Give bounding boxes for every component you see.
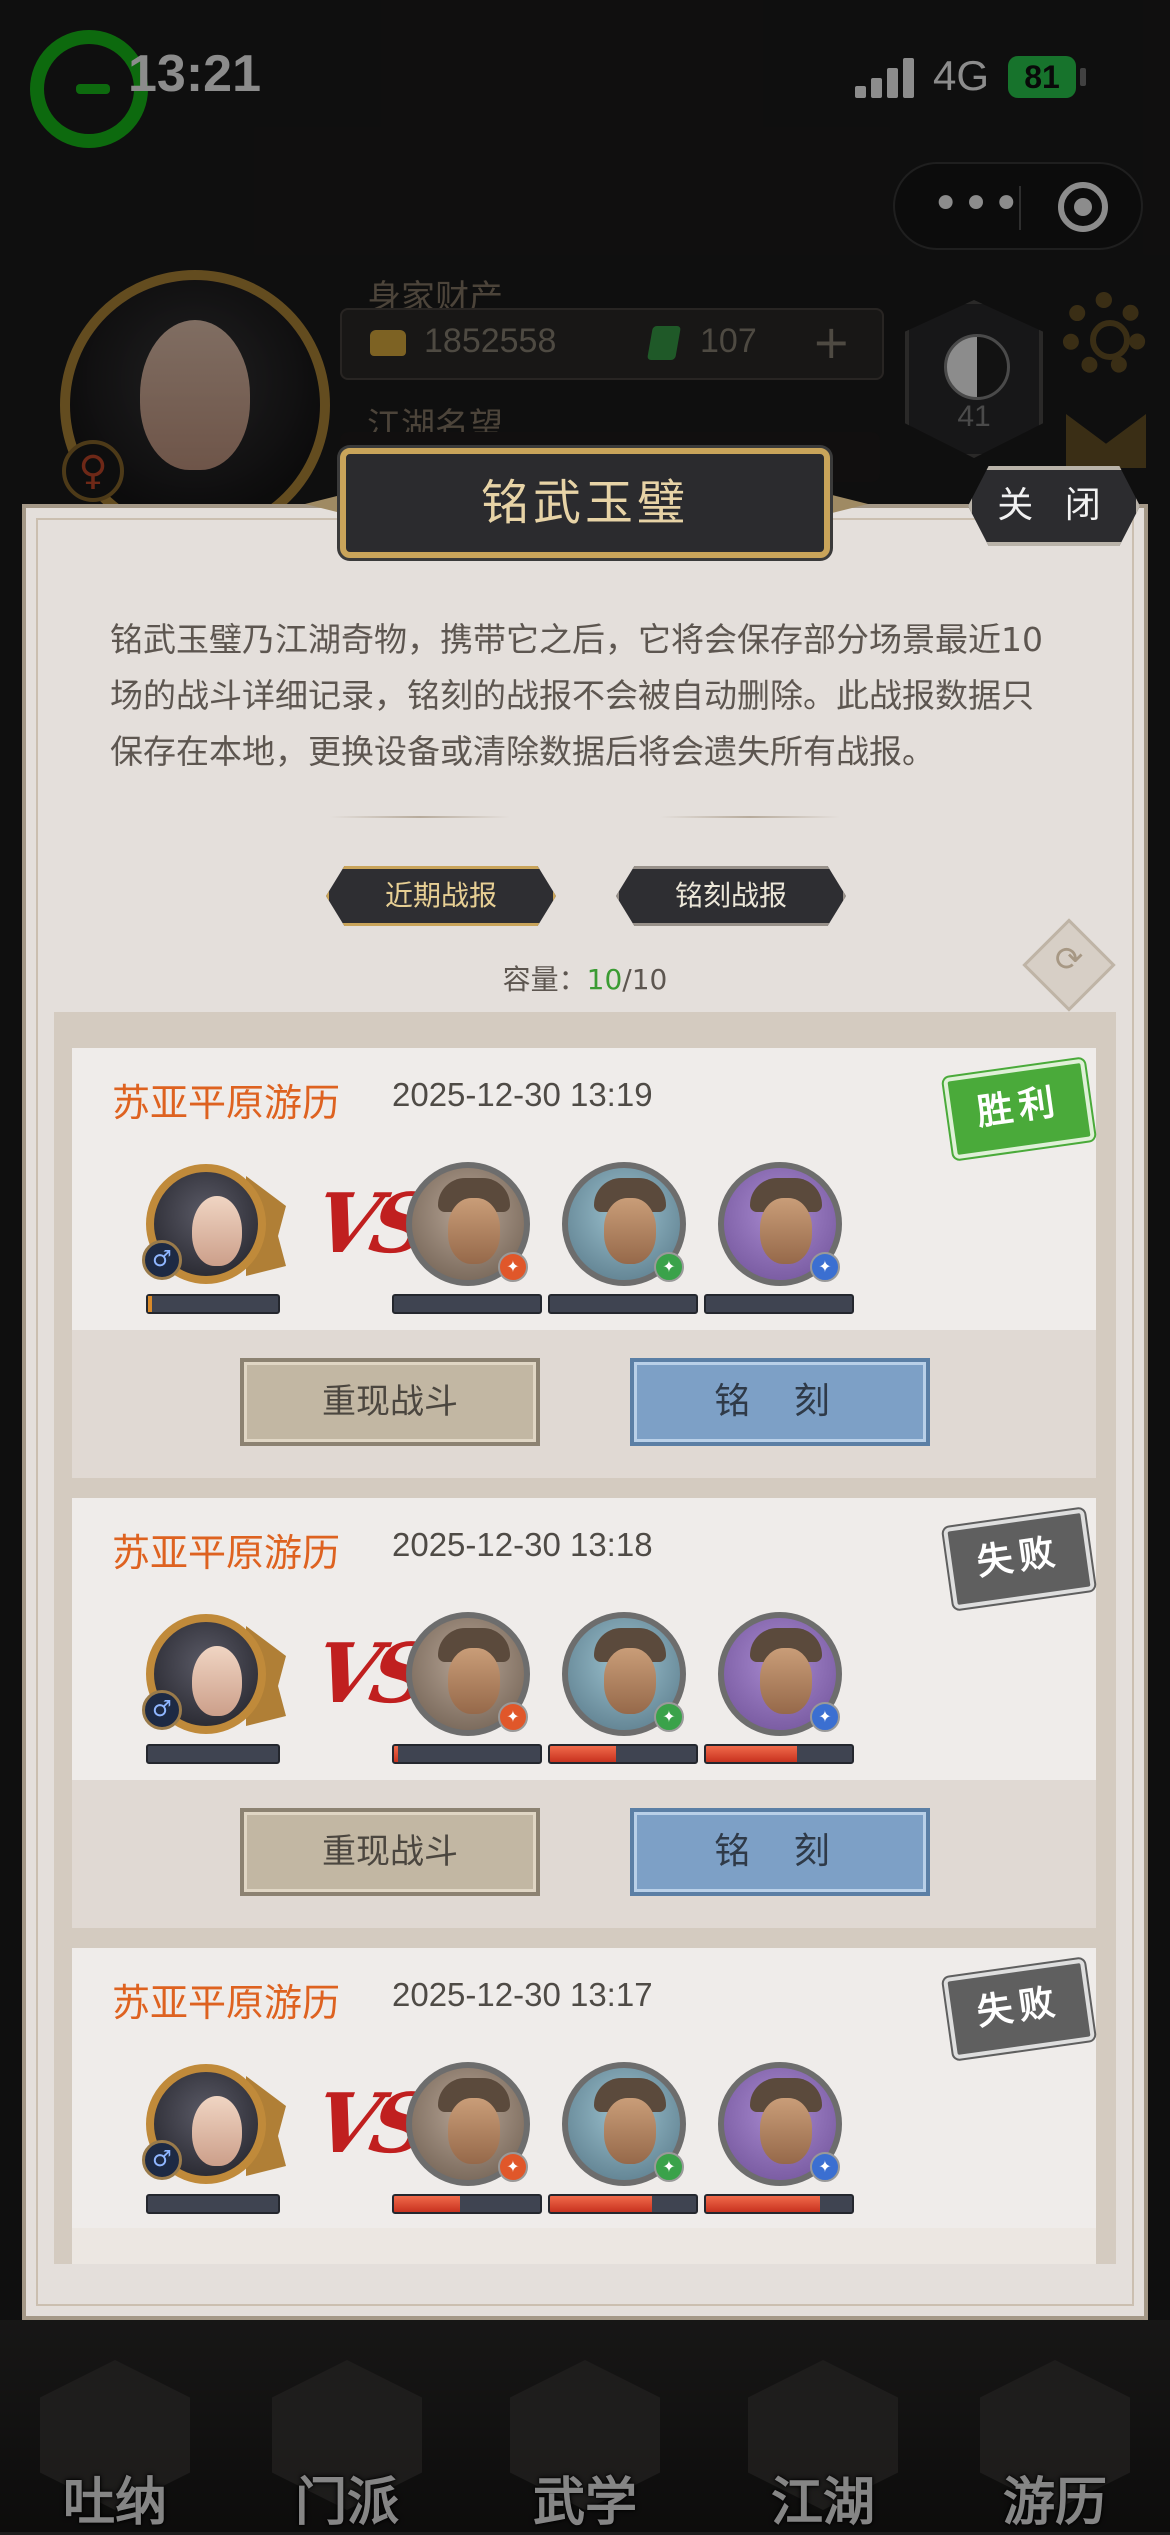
- record-actions: 重现战斗 铭 刻: [72, 1780, 1096, 1928]
- replay-battle-button[interactable]: 重现战斗: [240, 1358, 540, 1446]
- close-button[interactable]: 关 闭: [968, 466, 1140, 546]
- enemy-hp-bar: [704, 1744, 854, 1764]
- enemy-school-icon: ✦: [498, 2152, 528, 2182]
- enemy-hp-bar: [392, 1294, 542, 1314]
- capacity-used: 10: [586, 963, 623, 996]
- record-location: 苏亚平原游历: [112, 1531, 341, 1575]
- enemy-school-icon: ✦: [810, 1702, 840, 1732]
- enemy-school-icon: ✦: [498, 1252, 528, 1282]
- male-gender-icon: ♂: [142, 2140, 182, 2180]
- player-hero-portrait: ♂: [142, 1160, 286, 1290]
- replay-battle-button[interactable]: 重现战斗: [240, 1808, 540, 1896]
- enemy-school-icon: ✦: [498, 1702, 528, 1732]
- enemy-hp-bar: [548, 1294, 698, 1314]
- divider-left: [330, 816, 510, 818]
- male-gender-icon: ♂: [142, 1240, 182, 1280]
- enemy-portrait: ✦: [716, 1160, 846, 1290]
- player-hp-bar: [146, 2194, 280, 2214]
- tab-recent-reports[interactable]: 近期战报: [326, 866, 556, 926]
- record-header: 苏亚平原游历 2025-12-30 13:17 失败 ♂ VS ✦ ✦ ✦: [72, 1948, 1096, 2228]
- enemy-hp-bar: [392, 1744, 542, 1764]
- record-header: 苏亚平原游历 2025-12-30 13:19 胜利 ♂ VS ✦ ✦ ✦: [72, 1048, 1096, 1330]
- enemy-hp-bar: [704, 2194, 854, 2214]
- enemy-portrait: ✦: [560, 1610, 690, 1740]
- player-hp-bar: [146, 1294, 280, 1314]
- record-time: 2025-12-30 13:19: [392, 1076, 653, 1113]
- enemy-hp-bar: [548, 1744, 698, 1764]
- male-gender-icon: ♂: [142, 1690, 182, 1730]
- enemy-school-icon: ✦: [654, 1702, 684, 1732]
- engrave-button[interactable]: 铭 刻: [630, 1808, 930, 1896]
- result-stamp: 失败: [942, 1958, 1096, 2060]
- enemy-portrait: ✦: [404, 2060, 534, 2190]
- tab-engraved-reports[interactable]: 铭刻战报: [616, 866, 846, 926]
- record-location: 苏亚平原游历: [112, 1081, 341, 1125]
- divider-right: [660, 816, 840, 818]
- capacity-total: /10: [622, 963, 668, 996]
- enemy-school-icon: ✦: [810, 1252, 840, 1282]
- enemy-portrait: ✦: [404, 1160, 534, 1290]
- capacity-indicator: 容量：10/10: [502, 963, 668, 996]
- result-stamp: 胜利: [942, 1058, 1096, 1160]
- enemy-school-icon: ✦: [654, 2152, 684, 2182]
- battle-record-card: 苏亚平原游历 2025-12-30 13:19 胜利 ♂ VS ✦ ✦ ✦ 重现…: [72, 1048, 1096, 1478]
- engrave-button[interactable]: 铭 刻: [630, 1358, 930, 1446]
- enemy-school-icon: ✦: [654, 1252, 684, 1282]
- record-header: 苏亚平原游历 2025-12-30 13:18 失败 ♂ VS ✦ ✦ ✦: [72, 1498, 1096, 1780]
- battle-record-card: 苏亚平原游历 2025-12-30 13:18 失败 ♂ VS ✦ ✦ ✦ 重现…: [72, 1498, 1096, 1928]
- enemy-portrait: ✦: [560, 2060, 690, 2190]
- enemy-portrait: ✦: [716, 1610, 846, 1740]
- record-time: 2025-12-30 13:17: [392, 1976, 653, 2013]
- record-time: 2025-12-30 13:18: [392, 1526, 653, 1563]
- player-hp-bar: [146, 1744, 280, 1764]
- enemy-portrait: ✦: [404, 1610, 534, 1740]
- enemy-hp-bar: [704, 1294, 854, 1314]
- result-stamp: 失败: [942, 1508, 1096, 1610]
- enemy-portrait: ✦: [560, 1160, 690, 1290]
- player-hero-portrait: ♂: [142, 2060, 286, 2190]
- modal-title: 铭武玉璧: [340, 448, 830, 558]
- record-actions: 重现战斗 铭 刻: [72, 1330, 1096, 1478]
- enemy-portrait: ✦: [716, 2060, 846, 2190]
- battle-record-list[interactable]: 苏亚平原游历 2025-12-30 13:19 胜利 ♂ VS ✦ ✦ ✦ 重现…: [54, 1012, 1116, 2264]
- player-hero-portrait: ♂: [142, 1610, 286, 1740]
- enemy-hp-bar: [548, 2194, 698, 2214]
- modal-description: 铭武玉璧乃江湖奇物，携带它之后，它将会保存部分场景最近10场的战斗详细记录，铭刻…: [110, 620, 1043, 771]
- enemy-hp-bar: [392, 2194, 542, 2214]
- record-location: 苏亚平原游历: [112, 1981, 341, 2025]
- battle-record-card: 苏亚平原游历 2025-12-30 13:17 失败 ♂ VS ✦ ✦ ✦: [72, 1948, 1096, 2264]
- enemy-school-icon: ✦: [810, 2152, 840, 2182]
